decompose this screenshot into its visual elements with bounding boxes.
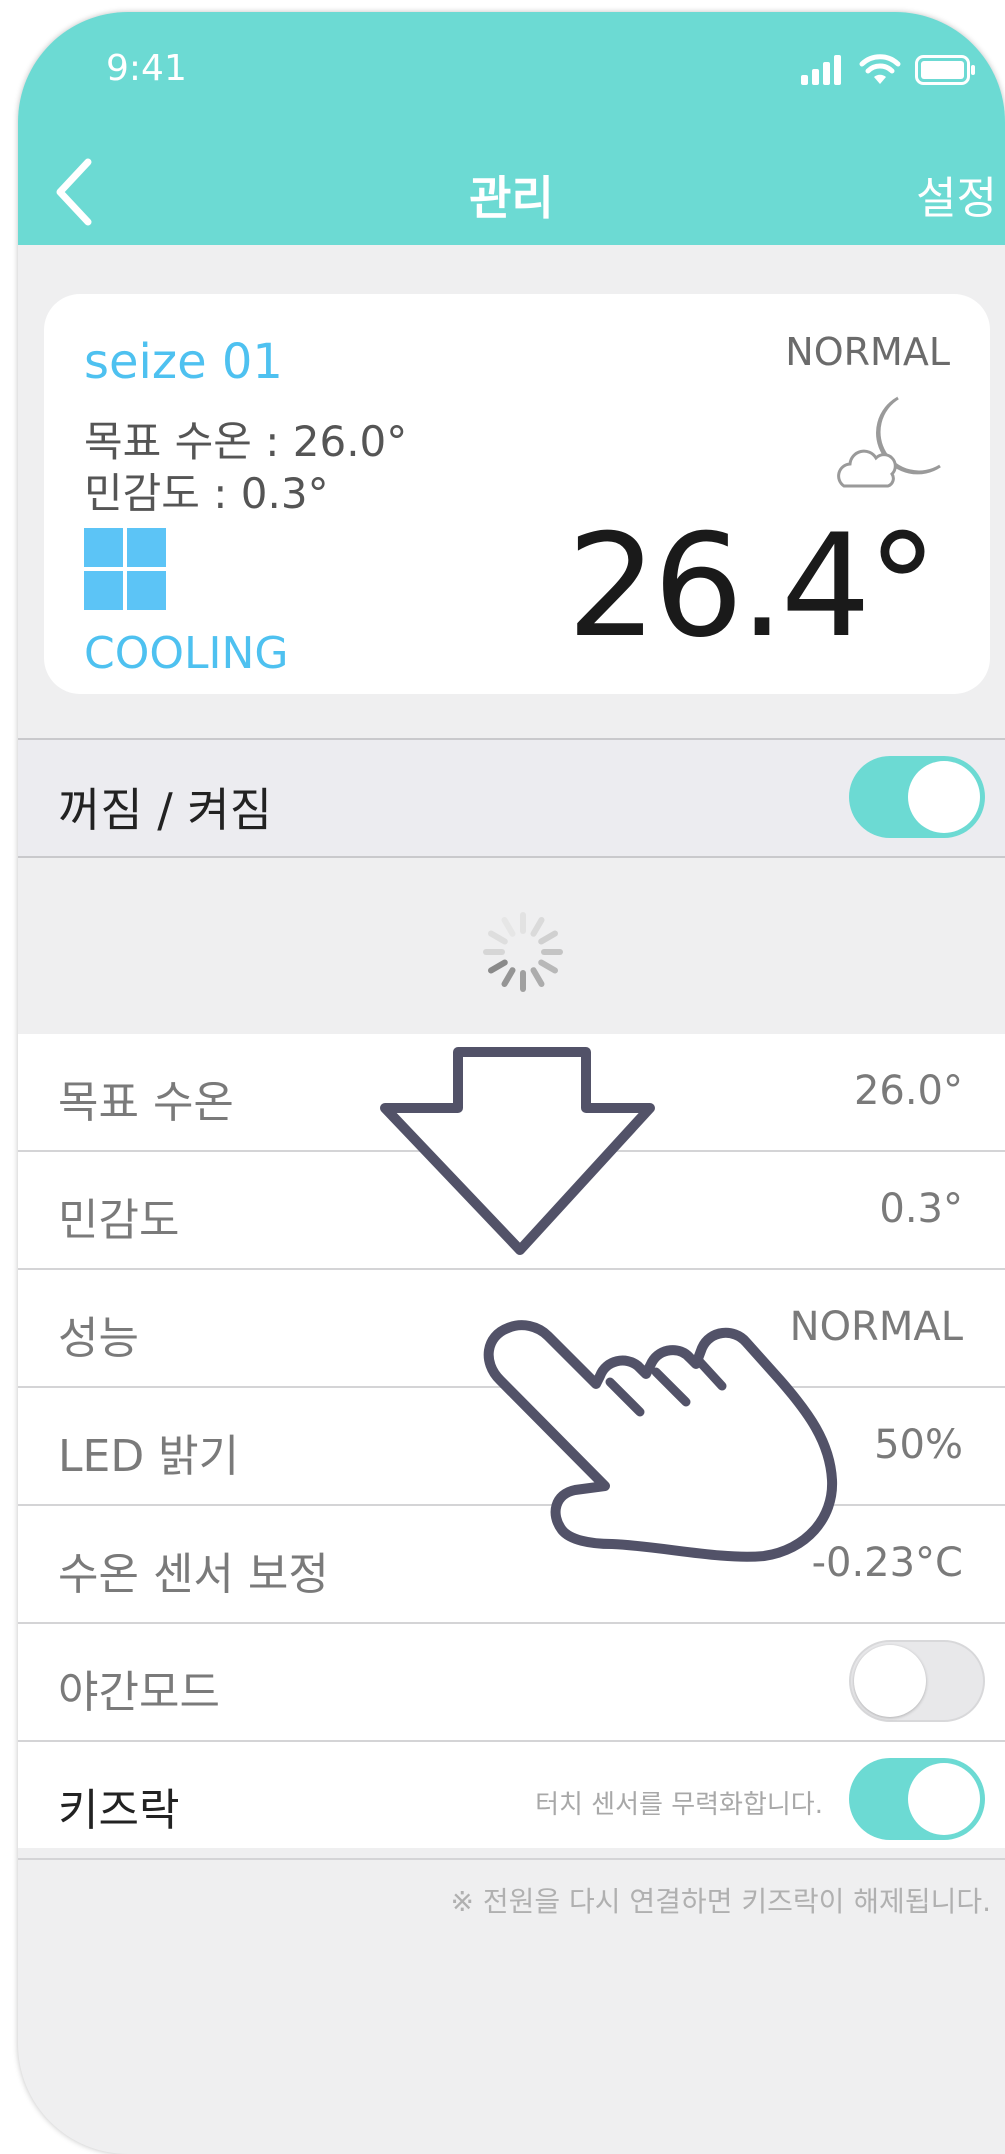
sensitivity-summary: 민감도 : 0.3°	[84, 469, 329, 518]
setting-row-sensor-calibration[interactable]: 수온 센서 보정 -0.23°C	[18, 1506, 1005, 1624]
setting-row-night-mode: 야간모드	[18, 1624, 1005, 1742]
setting-label: 목표 수온	[58, 1077, 234, 1128]
settings-button[interactable]: 설정	[916, 162, 997, 226]
cooling-mode-icon	[84, 528, 166, 610]
settings-list: 목표 수온 26.0° 민감도 0.3° 성능 NORMAL LED 밝기 50…	[18, 1034, 1005, 1860]
performance-label: NORMAL	[785, 330, 950, 374]
battery-icon	[915, 55, 975, 85]
setting-value: -0.23°C	[811, 1540, 963, 1586]
loading-spinner-icon	[483, 912, 563, 992]
setting-label: 야간모드	[58, 1667, 220, 1718]
setting-value: 50%	[874, 1422, 963, 1468]
mode-label: COOLING	[84, 628, 289, 679]
kids-lock-toggle[interactable]	[849, 1758, 985, 1840]
setting-row-kids-lock: 키즈락 터치 센서를 무력화합니다.	[18, 1742, 1005, 1860]
setting-row-target-temp[interactable]: 목표 수온 26.0°	[18, 1034, 1005, 1152]
setting-label: 민감도	[58, 1195, 180, 1246]
setting-value: 26.0°	[853, 1068, 963, 1114]
setting-value: NORMAL	[789, 1304, 963, 1350]
setting-label: LED 밝기	[58, 1431, 240, 1482]
status-icons	[801, 54, 977, 86]
phone-screen: 9:41 관리 설정 seize 01 목표 수온: 26.0° 민감도: …	[18, 12, 1005, 2154]
wifi-icon	[859, 54, 901, 84]
power-toggle[interactable]	[849, 756, 985, 838]
signal-icon	[801, 55, 841, 85]
moon-cloud-icon	[837, 396, 941, 488]
setting-row-performance[interactable]: 성능 NORMAL	[18, 1270, 1005, 1388]
page-title: 관리	[469, 171, 554, 225]
setting-label: 성능	[58, 1313, 139, 1364]
footnote: ※ 전원을 다시 연결하면 키즈락이 해제됩니다.	[450, 1885, 991, 1918]
app-header: 9:41 관리 설정	[18, 12, 1005, 245]
power-label: 꺼짐 / 켜짐	[58, 783, 273, 837]
device-name: seize 01	[84, 334, 283, 390]
kids-lock-hint: 터치 센서를 무력화합니다.	[535, 1790, 823, 1820]
night-mode-toggle[interactable]	[849, 1640, 985, 1722]
status-time: 9:41	[106, 48, 187, 89]
device-status-card[interactable]: seize 01 목표 수온 : 26.0° 민감도 : 0.3° COOLIN…	[44, 294, 990, 694]
setting-row-led-brightness[interactable]: LED 밝기 50%	[18, 1388, 1005, 1506]
current-temperature: 26.4°	[566, 504, 938, 669]
setting-label: 키즈락	[58, 1785, 180, 1836]
setting-value: 0.3°	[879, 1186, 963, 1232]
setting-row-sensitivity[interactable]: 민감도 0.3°	[18, 1152, 1005, 1270]
power-row: 꺼짐 / 켜짐	[18, 738, 1005, 858]
setting-label: 수온 센서 보정	[58, 1549, 329, 1600]
